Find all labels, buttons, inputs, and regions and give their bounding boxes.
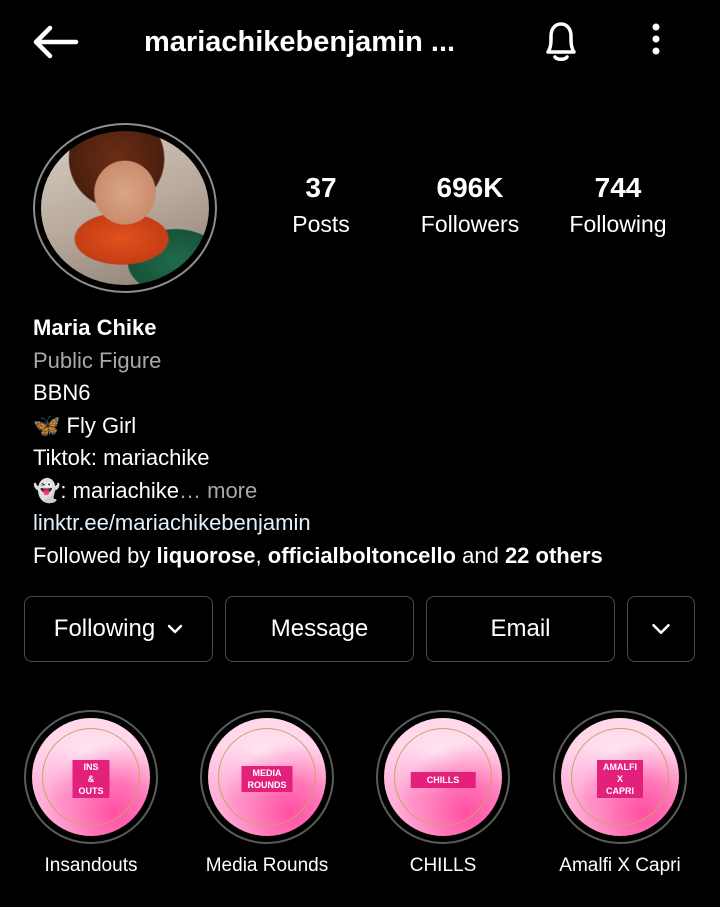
followers-count[interactable]: 696K Followers bbox=[390, 170, 550, 241]
message-button[interactable]: Message bbox=[225, 596, 414, 662]
tag-line: CHILLS bbox=[426, 775, 460, 785]
following-count[interactable]: 744 Following bbox=[538, 170, 698, 241]
bio-text: Fly Girl bbox=[66, 412, 137, 438]
display-name: Maria Chike bbox=[33, 315, 157, 340]
email-button-label: Email bbox=[490, 615, 551, 642]
highlight-cover[interactable]: CHILLS bbox=[376, 710, 510, 844]
tag-line: ROUNDS bbox=[247, 780, 287, 790]
highlight-cover[interactable]: INS & OUTS bbox=[24, 710, 158, 844]
stat-label: Posts bbox=[292, 211, 350, 237]
tag-line: MEDIA bbox=[252, 768, 282, 778]
followed-by[interactable]: Followed by liquorose, officialboltoncel… bbox=[33, 540, 703, 573]
stat-value: 37 bbox=[305, 172, 337, 203]
highlight-label: Insandouts bbox=[44, 855, 138, 876]
followed-others[interactable]: 22 others bbox=[505, 543, 603, 568]
stat-label: Following bbox=[569, 211, 667, 237]
more-vertical-icon bbox=[652, 23, 660, 55]
highlight-label: CHILLS bbox=[409, 855, 477, 876]
highlight-image: CHILLS bbox=[384, 718, 502, 836]
tag-line: AMALFI bbox=[603, 762, 637, 772]
posts-count[interactable]: 37 Posts bbox=[241, 170, 401, 241]
followed-user[interactable]: officialboltoncello bbox=[268, 543, 456, 568]
bio-website-link[interactable]: linktr.ee/mariachikebenjamin bbox=[33, 507, 703, 540]
highlight-tag: INS & OUTS bbox=[72, 760, 110, 798]
tag-line: OUTS bbox=[78, 786, 104, 796]
followed-user[interactable]: liquorose bbox=[157, 543, 256, 568]
arrow-left-icon bbox=[33, 25, 79, 59]
separator: and bbox=[456, 542, 505, 568]
separator: , bbox=[255, 542, 268, 568]
stat-value: 744 bbox=[594, 172, 642, 203]
highlight-tag: MEDIA ROUNDS bbox=[241, 766, 293, 792]
highlight-image: MEDIA ROUNDS bbox=[208, 718, 326, 836]
profile-bio: Maria Chike Public Figure BBN6 🦋 Fly Gir… bbox=[33, 312, 703, 572]
highlight-tag: CHILLS bbox=[410, 772, 476, 788]
avatar-photo bbox=[41, 131, 209, 285]
bio-line: BBN6 bbox=[33, 380, 91, 405]
tag-line: X bbox=[616, 774, 623, 784]
bio-text: : mariachike bbox=[60, 477, 179, 503]
highlight-label: Media Rounds bbox=[205, 855, 329, 876]
profile-username: mariachikebenjamin ... bbox=[144, 26, 456, 58]
suggested-accounts-button[interactable] bbox=[627, 596, 695, 662]
butterfly-icon: 🦋 bbox=[33, 412, 61, 438]
top-bar: mariachikebenjamin ... bbox=[0, 0, 720, 80]
highlight-cover[interactable]: AMALFI X CAPRI bbox=[553, 710, 687, 844]
ghost-icon: 👻 bbox=[33, 477, 61, 503]
notifications-button[interactable] bbox=[536, 18, 586, 64]
bio-line: 🦋 Fly Girl bbox=[33, 410, 703, 443]
message-button-label: Message bbox=[270, 615, 369, 642]
highlight-label: Amalfi X Capri bbox=[559, 855, 681, 876]
email-button[interactable]: Email bbox=[426, 596, 615, 662]
options-button[interactable] bbox=[640, 20, 672, 60]
bio-line: Tiktok: mariachike bbox=[33, 445, 210, 470]
following-button[interactable]: Following bbox=[24, 596, 213, 662]
bell-icon bbox=[546, 22, 576, 61]
highlight-cover[interactable]: MEDIA ROUNDS bbox=[200, 710, 334, 844]
highlight-tag: AMALFI X CAPRI bbox=[597, 760, 643, 798]
following-button-label: Following bbox=[53, 615, 156, 642]
tag-line: & bbox=[87, 774, 95, 784]
back-button[interactable] bbox=[30, 22, 82, 62]
chevron-down-icon bbox=[652, 624, 670, 634]
bio-line: 👻: mariachike… more bbox=[33, 475, 703, 508]
profile-category: Public Figure bbox=[33, 347, 162, 373]
tag-line: CAPRI bbox=[605, 786, 634, 796]
tag-line: INS bbox=[83, 762, 99, 772]
highlight-image: INS & OUTS bbox=[32, 718, 150, 836]
followed-by-prefix: Followed by bbox=[33, 542, 157, 568]
chevron-down-icon bbox=[167, 624, 183, 634]
stat-label: Followers bbox=[420, 211, 520, 237]
profile-avatar[interactable] bbox=[33, 123, 219, 293]
bio-more-link[interactable]: … more bbox=[179, 478, 257, 503]
stat-value: 696K bbox=[436, 172, 504, 203]
highlight-image: AMALFI X CAPRI bbox=[561, 718, 679, 836]
